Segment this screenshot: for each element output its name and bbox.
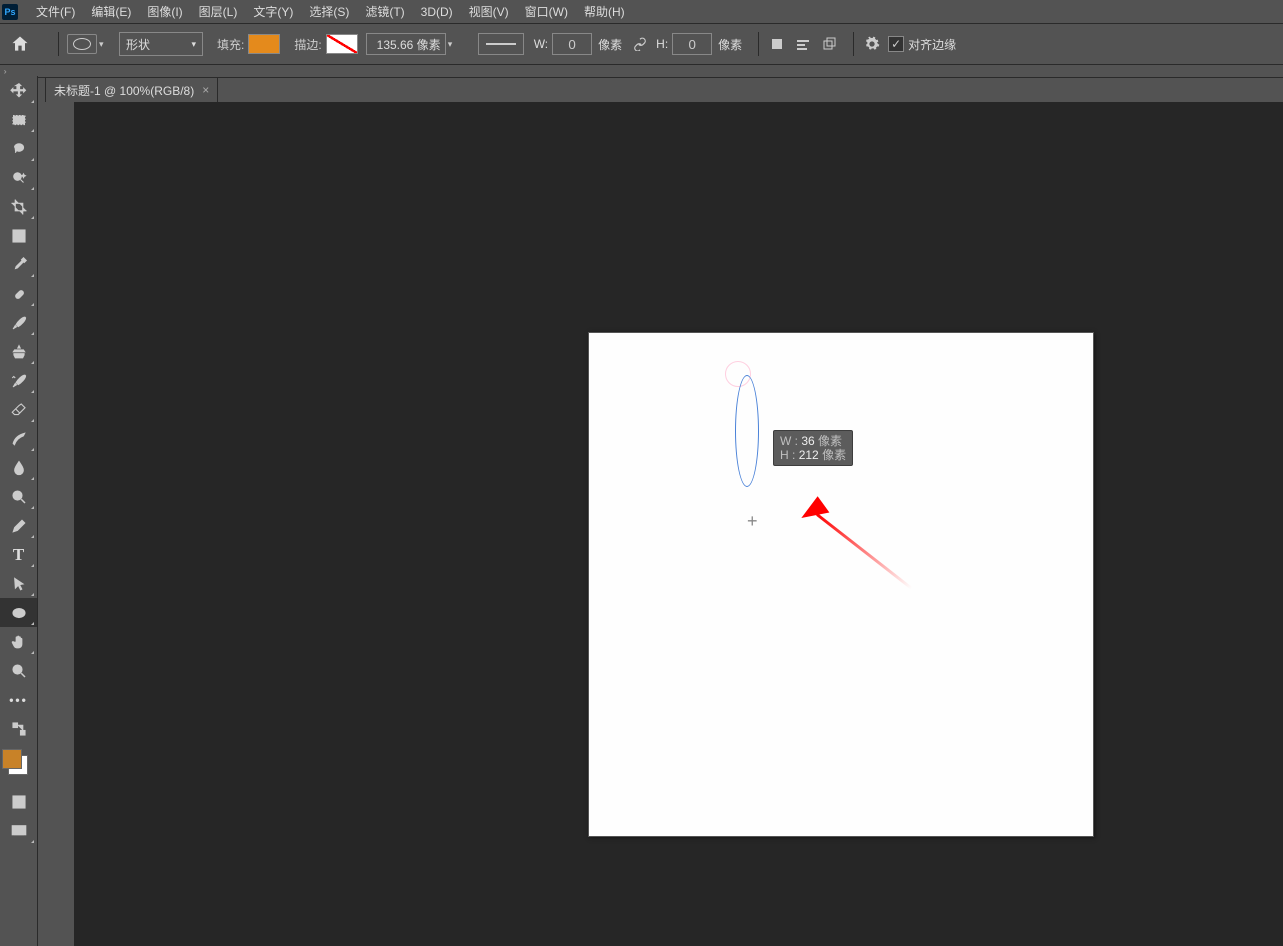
tooltip-h-unit: 像素 — [822, 448, 846, 462]
width-label: W: — [534, 37, 548, 51]
chevron-down-icon: ▾ — [191, 39, 196, 50]
pen-tool[interactable] — [0, 511, 37, 540]
edit-toolbar-icon[interactable] — [0, 714, 37, 743]
dodge-tool[interactable] — [0, 482, 37, 511]
chevron-down-icon[interactable]: ▾ — [448, 39, 458, 50]
gradient-tool[interactable] — [0, 424, 37, 453]
width-unit: 像素 — [598, 36, 622, 53]
menu-filter[interactable]: 滤镜(T) — [357, 3, 412, 20]
annotation-arrow-tail — [816, 513, 912, 589]
home-icon[interactable] — [8, 32, 32, 56]
rectangular-marquee-tool[interactable] — [0, 105, 37, 134]
toolpreset-ellipse-icon[interactable] — [67, 34, 97, 54]
tooltip-h-label: H : — [780, 448, 795, 462]
menu-window[interactable]: 窗口(W) — [517, 3, 576, 20]
height-unit: 像素 — [718, 36, 742, 53]
color-swatches[interactable] — [2, 749, 28, 775]
stroke-width-field[interactable]: 135.66 像素 — [366, 33, 446, 55]
align-icon[interactable] — [793, 34, 813, 54]
chevron-down-icon[interactable]: ▾ — [99, 39, 109, 50]
frame-tool[interactable] — [0, 221, 37, 250]
fill-label: 填充: — [217, 36, 244, 53]
menu-image[interactable]: 图像(I) — [139, 3, 190, 20]
tooltip-w-label: W : — [780, 434, 798, 448]
foreground-color-swatch[interactable] — [2, 749, 22, 769]
menu-file[interactable]: 文件(F) — [28, 3, 83, 20]
blur-tool[interactable] — [0, 453, 37, 482]
drawing-ellipse — [735, 375, 759, 487]
stroke-swatch[interactable] — [326, 34, 358, 54]
workspace: T ••• 未标题-1 @ 100%(RGB/8) × — [0, 76, 1283, 946]
menu-layer[interactable]: 图层(L) — [191, 3, 246, 20]
stroke-label: 描边: — [294, 36, 321, 53]
menubar: Ps 文件(F) 编辑(E) 图像(I) 图层(L) 文字(Y) 选择(S) 滤… — [0, 0, 1283, 24]
crop-tool[interactable] — [0, 192, 37, 221]
tool-mode-select[interactable]: 形状 ▾ — [119, 32, 203, 56]
tool-mode-label: 形状 — [126, 36, 150, 53]
options-bar: ▾ 形状 ▾ 填充: 描边: 135.66 像素 ▾ W: 像素 H: 像素 对… — [0, 24, 1283, 65]
separator — [758, 32, 759, 56]
app-icon: Ps — [2, 4, 18, 20]
menu-view[interactable]: 视图(V) — [461, 3, 517, 20]
stroke-width-value: 135.66 像素 — [377, 36, 441, 53]
quickmask-icon[interactable] — [0, 787, 37, 816]
document-tab[interactable]: 未标题-1 @ 100%(RGB/8) × — [45, 77, 218, 102]
pathops-icon[interactable] — [767, 34, 787, 54]
artboard[interactable]: W : 36 像素 H : 212 像素 + — [588, 332, 1094, 837]
align-edges-checkbox[interactable] — [888, 36, 904, 52]
menu-text[interactable]: 文字(Y) — [245, 3, 301, 20]
quick-selection-tool[interactable] — [0, 163, 37, 192]
separator — [853, 32, 854, 56]
brush-tool[interactable] — [0, 308, 37, 337]
separator — [58, 32, 59, 56]
menu-select[interactable]: 选择(S) — [301, 3, 357, 20]
width-input[interactable] — [552, 33, 592, 55]
height-input[interactable] — [672, 33, 712, 55]
gear-icon[interactable] — [862, 34, 882, 54]
link-wh-icon[interactable] — [630, 34, 650, 54]
close-icon[interactable]: × — [202, 83, 209, 97]
document-tab-title: 未标题-1 @ 100%(RGB/8) — [54, 82, 194, 99]
tooltip-h-value: 212 — [799, 448, 819, 462]
menu-help[interactable]: 帮助(H) — [576, 3, 633, 20]
path-selection-tool[interactable] — [0, 569, 37, 598]
fill-swatch[interactable] — [248, 34, 280, 54]
screenmode-icon[interactable] — [0, 816, 37, 845]
clone-stamp-tool[interactable] — [0, 337, 37, 366]
tool-palette: T ••• — [0, 76, 38, 946]
zoom-tool[interactable] — [0, 656, 37, 685]
hand-tool[interactable] — [0, 627, 37, 656]
canvas-viewport[interactable]: W : 36 像素 H : 212 像素 + — [74, 102, 1283, 946]
menu-edit[interactable]: 编辑(E) — [83, 3, 139, 20]
arrange-icon[interactable] — [819, 34, 839, 54]
height-label: H: — [656, 37, 668, 51]
ellipse-tool[interactable] — [0, 598, 37, 627]
more-tools-icon[interactable]: ••• — [0, 685, 37, 714]
spot-healing-tool[interactable] — [0, 279, 37, 308]
lasso-tool[interactable] — [0, 134, 37, 163]
document-area: 未标题-1 @ 100%(RGB/8) × W : 36 像素 H : 212 — [37, 76, 1283, 946]
dimensions-tooltip: W : 36 像素 H : 212 像素 — [773, 430, 853, 466]
eraser-tool[interactable] — [0, 395, 37, 424]
eyedropper-tool[interactable] — [0, 250, 37, 279]
tooltip-w-unit: 像素 — [818, 434, 842, 448]
document-tabs: 未标题-1 @ 100%(RGB/8) × — [37, 76, 1283, 102]
crosshair-cursor: + — [747, 511, 758, 532]
align-edges-label: 对齐边缘 — [908, 36, 956, 53]
stroke-style-select[interactable] — [478, 33, 524, 55]
history-brush-tool[interactable] — [0, 366, 37, 395]
move-tool[interactable] — [0, 76, 37, 105]
tooltip-w-value: 36 — [801, 434, 814, 448]
menu-3d[interactable]: 3D(D) — [413, 5, 461, 19]
type-tool[interactable]: T — [0, 540, 37, 569]
